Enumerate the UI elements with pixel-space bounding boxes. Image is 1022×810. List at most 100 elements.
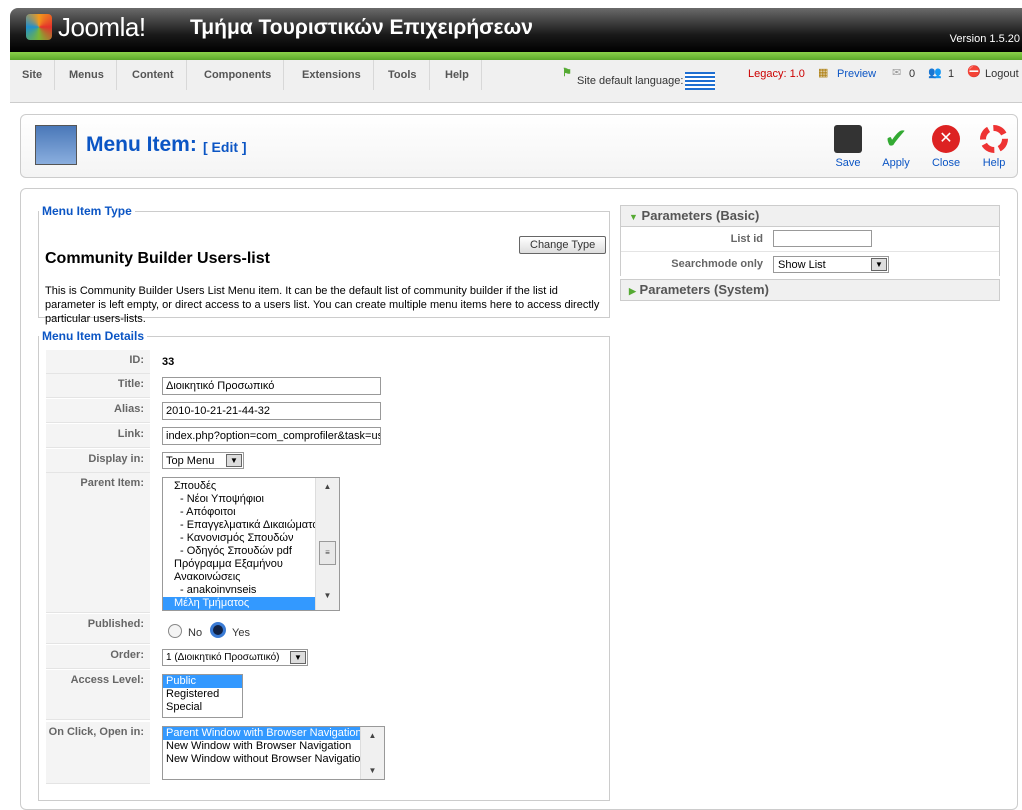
users-count[interactable]: 1 — [948, 68, 954, 80]
order-value: 1 (Διοικητικό Προσωπικό) — [166, 652, 280, 663]
parent-item-option[interactable]: - Απόφοιτοι — [163, 506, 321, 519]
access-option[interactable]: Special — [163, 701, 242, 714]
menu-type-name: Community Builder Users-list — [45, 250, 270, 267]
on-click-option[interactable]: New Window without Browser Navigation — [163, 753, 384, 766]
parent-item-option[interactable]: - Οδηγός Σπουδών pdf — [163, 545, 321, 558]
joomla-logo: Joomla! — [58, 12, 146, 42]
id-label: ID: — [46, 350, 150, 374]
parent-item-option[interactable]: Σπουδές — [163, 480, 321, 493]
searchmode-select[interactable]: Show List ▼ — [773, 256, 889, 273]
users-icon: 👥 — [928, 67, 942, 79]
access-option[interactable]: Public — [163, 675, 242, 688]
menu-help[interactable]: Help — [433, 60, 482, 90]
on-click-label: On Click, Open in: — [46, 722, 150, 784]
parameters-system-header[interactable]: ▶ Parameters (System) — [621, 280, 999, 300]
save-label: Save — [835, 157, 861, 169]
display-in-select[interactable]: Top Menu ▼ — [162, 452, 244, 469]
menu-tools[interactable]: Tools — [376, 60, 430, 90]
expanded-arrow-icon: ▼ — [629, 212, 638, 222]
alias-input[interactable]: 2010-10-21-21-44-32 — [162, 402, 381, 420]
title-input[interactable]: Διοικητικό Προσωπικό — [162, 377, 381, 395]
apply-checkmark-icon: ✔ — [884, 123, 908, 154]
dropdown-arrow-icon: ▼ — [226, 454, 242, 467]
legacy-status: Legacy: 1.0 — [748, 68, 805, 80]
parent-item-listbox[interactable]: Σπουδές - Νέοι Υποψήφιοι - Απόφοιτοι - Επαγ… — [162, 477, 340, 611]
menu-menus[interactable]: Menus — [57, 60, 117, 90]
greek-flag-icon — [685, 72, 715, 90]
link-input[interactable]: index.php?option=com_comprofiler&task=us… — [162, 427, 381, 445]
on-click-option[interactable]: Parent Window with Browser Navigation — [163, 727, 364, 740]
apply-button[interactable]: ✔ Apply — [874, 123, 918, 170]
id-value: 33 — [162, 356, 175, 368]
published-label: Published: — [46, 614, 150, 644]
menu-content[interactable]: Content — [120, 60, 187, 90]
menu-type-description: This is Community Builder Users List Men… — [45, 285, 600, 325]
close-button[interactable]: ✕ Close — [924, 125, 968, 169]
parameters-system-panel[interactable]: ▶ Parameters (System) — [620, 279, 1000, 301]
close-icon: ✕ — [932, 125, 960, 153]
dropdown-arrow-icon: ▼ — [290, 651, 306, 664]
logout-link[interactable]: Logout — [985, 68, 1019, 80]
on-click-option[interactable]: New Window with Browser Navigation — [163, 740, 384, 753]
on-click-listbox[interactable]: Parent Window with Browser Navigation New… — [162, 726, 385, 780]
save-icon — [834, 125, 862, 153]
list-id-input[interactable] — [773, 230, 872, 247]
display-in-label: Display in: — [46, 449, 150, 473]
parent-item-option[interactable]: Ανακοινώσεις — [163, 571, 321, 584]
menu-bar: Site Menus Content Components Extensions… — [10, 60, 1022, 103]
access-level-label: Access Level: — [46, 670, 150, 720]
green-strip — [10, 52, 1022, 60]
access-level-listbox[interactable]: Public Registered Special — [162, 674, 243, 718]
parameters-basic-header[interactable]: ▼ Parameters (Basic) — [621, 206, 999, 227]
toolbar: Menu Item: [ Edit ] Save ✔ Apply ✕ Close H… — [20, 114, 1018, 178]
change-type-button[interactable]: Change Type — [519, 236, 607, 254]
parent-item-option[interactable]: Πρόγραμμα Εξαμήνου — [163, 558, 321, 571]
scrollbar[interactable]: ▲ ▼ — [360, 727, 384, 779]
messages-count[interactable]: 0 — [909, 68, 915, 80]
menu-item-type-fieldset: Menu Item Type Change Type Community Bui… — [38, 204, 610, 325]
alias-label: Alias: — [46, 399, 150, 423]
menu-extensions[interactable]: Extensions — [290, 60, 374, 90]
close-label: Close — [931, 157, 961, 169]
dropdown-arrow-icon: ▼ — [871, 258, 887, 271]
site-name: Τμήμα Τουριστικών Επιχειρήσεων — [190, 16, 533, 39]
page-title: Menu Item: — [86, 133, 197, 156]
messages-icon: ✉ — [892, 67, 902, 79]
parent-item-option[interactable]: - anakoinvnseis — [163, 584, 321, 597]
version: Version 1.5.20 — [949, 33, 1020, 45]
save-button[interactable]: Save — [826, 125, 870, 169]
list-id-label: List id — [730, 233, 763, 245]
order-label: Order: — [46, 645, 150, 669]
preview-icon: ▦ — [818, 67, 829, 79]
published-no-radio[interactable] — [168, 624, 182, 638]
page-subtitle: [ Edit ] — [203, 139, 247, 155]
title-label: Title: — [46, 374, 150, 398]
searchmode-label: Searchmode only — [671, 258, 763, 270]
parent-item-option[interactable]: - Επαγγελματικά Δικαιώματα — [163, 519, 321, 532]
order-select[interactable]: 1 (Διοικητικό Προσωπικό) ▼ — [162, 649, 308, 666]
access-option[interactable]: Registered — [163, 688, 242, 701]
scrollbar[interactable]: ▲ ≡ ▼ — [315, 478, 339, 610]
link-label: Link: — [46, 424, 150, 448]
preview-link[interactable]: Preview — [837, 68, 876, 80]
parameters-system-title: Parameters (System) — [639, 282, 769, 297]
parent-item-option[interactable]: - Νέοι Υποψήφιοι — [163, 493, 321, 506]
language-label: Site default language: — [577, 75, 684, 87]
apply-label: Apply — [882, 157, 910, 169]
parent-item-label: Parent Item: — [46, 473, 150, 613]
parameters-basic-title: Parameters (Basic) — [641, 208, 760, 223]
joomla-logo-icon — [26, 14, 52, 40]
help-label: Help — [982, 157, 1006, 169]
menu-item-icon — [35, 125, 77, 165]
collapsed-arrow-icon: ▶ — [629, 286, 636, 296]
menu-components[interactable]: Components — [192, 60, 285, 90]
parent-item-option[interactable]: - Κανονισμός Σπουδών — [163, 532, 321, 545]
parent-item-option[interactable]: Μέλη Τμήματος — [163, 597, 321, 610]
published-yes-radio[interactable] — [210, 622, 226, 638]
help-lifebuoy-icon — [980, 125, 1008, 153]
published-no-label: No — [188, 627, 203, 639]
menu-item-type-legend: Menu Item Type — [42, 204, 132, 218]
help-button[interactable]: Help — [972, 125, 1016, 169]
menu-site[interactable]: Site — [10, 60, 56, 90]
parameters-basic-panel: ▼ Parameters (Basic) List id Searchmode … — [620, 205, 1000, 276]
